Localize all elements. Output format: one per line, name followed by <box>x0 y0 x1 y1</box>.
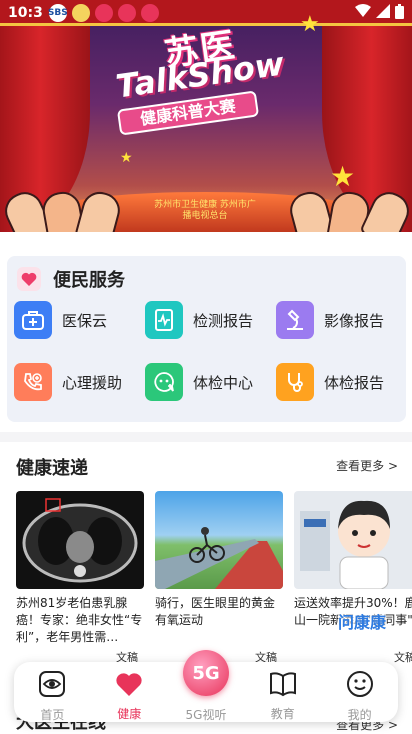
watermark-logo: 问康康 <box>338 609 387 633</box>
nav-item-home[interactable]: 首页 <box>14 662 91 722</box>
audience-hands <box>0 172 412 232</box>
page: ★ ★ ★ 苏医 TalkShow 健康科普大赛 苏州市卫生健康 苏州市广播电视… <box>0 0 412 734</box>
news-card-text: 苏州81岁老伯患乳腺癌！专家：绝非女性“专利”，老年男性需… <box>16 596 143 644</box>
service-label: 医保云 <box>62 311 108 330</box>
smile-icon <box>346 670 374 698</box>
medical-kit-icon <box>14 301 52 339</box>
event-banner[interactable]: ★ ★ ★ 苏医 TalkShow 健康科普大赛 苏州市卫生健康 苏州市广播电视… <box>0 0 412 232</box>
service-label: 体检中心 <box>193 373 254 392</box>
service-label: 检测报告 <box>193 311 254 330</box>
nav-label: 教育 <box>270 707 295 721</box>
news-section-title: 健康速递 <box>16 458 88 479</box>
service-item-medical-insurance[interactable]: 医保云 <box>14 300 107 340</box>
nav-label: 首页 <box>40 708 65 722</box>
app-notification-badge <box>94 4 113 22</box>
news-card[interactable]: 骑行，医生眼里的黄金有氧运动 文稿 <box>155 491 283 671</box>
nav-item-education[interactable]: 教育 <box>244 662 321 722</box>
ct-scan-thumbnail <box>16 491 144 589</box>
hand-illustration <box>74 187 124 232</box>
stethoscope-icon <box>276 363 314 401</box>
status-time: 10:3 <box>8 5 43 21</box>
signal-icon <box>376 4 390 22</box>
news-card[interactable]: 运送效率提升30%！鹿山一院新添AI"新同事" 文稿 问康康 <box>294 491 412 671</box>
battery-icon <box>395 3 404 23</box>
service-item-checkup-report[interactable]: 体检报告 <box>276 362 384 402</box>
nav-item-5g[interactable]: 5G 5G视听 <box>168 650 245 722</box>
heart-icon <box>17 267 41 291</box>
news-card-text: 骑行，医生眼里的黄金有氧运动 <box>155 596 276 627</box>
book-icon <box>269 670 297 697</box>
nav-label: 我的 <box>347 708 372 722</box>
news-card-list: 苏州81岁老伯患乳腺癌！专家：绝非女性“专利”，老年男性需… 文稿 骑行，医生眼… <box>16 491 412 671</box>
news-more-link[interactable]: 查看更多 > <box>336 457 398 474</box>
service-label: 体检报告 <box>324 373 385 392</box>
service-label: 影像报告 <box>324 311 385 330</box>
microscope-icon <box>276 301 314 339</box>
phone-heart-icon <box>14 363 52 401</box>
app-notification-badge <box>71 4 90 22</box>
heart-icon <box>115 670 143 697</box>
service-item-imaging-report[interactable]: 影像报告 <box>276 300 384 340</box>
service-item-checkup-center[interactable]: 体检中心 <box>145 362 253 402</box>
5g-icon: 5G <box>182 650 229 696</box>
service-header: 便民服务 <box>17 266 125 292</box>
nav-item-mine[interactable]: 我的 <box>321 662 398 722</box>
service-label: 心理援助 <box>62 373 123 392</box>
chat-plus-icon <box>145 363 183 401</box>
wifi-icon <box>355 4 371 22</box>
status-indicators <box>355 3 404 23</box>
bottom-nav: 首页 健康 5G 5G视听 教育 我的 <box>14 650 398 722</box>
convenience-services-card: 便民服务 医保云 检测报告 影像报告 心理援助 体检中心 体检报告 <box>7 256 406 422</box>
news-header: 健康速递 查看更多 > <box>0 452 412 480</box>
cycling-thumbnail <box>155 491 283 589</box>
eye-home-icon <box>38 670 66 698</box>
service-item-test-report[interactable]: 检测报告 <box>145 300 253 340</box>
hospital-robot-thumbnail <box>294 491 412 589</box>
news-card[interactable]: 苏州81岁老伯患乳腺癌！专家：绝非女性“专利”，老年男性需… 文稿 <box>16 491 144 671</box>
app-notification-badge <box>140 4 159 22</box>
section-divider <box>0 432 412 442</box>
service-title: 便民服务 <box>53 270 125 291</box>
nav-label: 健康 <box>117 707 142 721</box>
app-notification-badge <box>117 4 136 22</box>
app-notification-badge: SBS <box>48 4 68 22</box>
service-item-psych-aid[interactable]: 心理援助 <box>14 362 122 402</box>
pulse-report-icon <box>145 301 183 339</box>
status-bar: 10:3 SBS <box>0 0 412 26</box>
star-icon: ★ <box>120 150 133 166</box>
nav-item-health[interactable]: 健康 <box>91 662 168 722</box>
nav-label: 5G视听 <box>185 708 227 722</box>
